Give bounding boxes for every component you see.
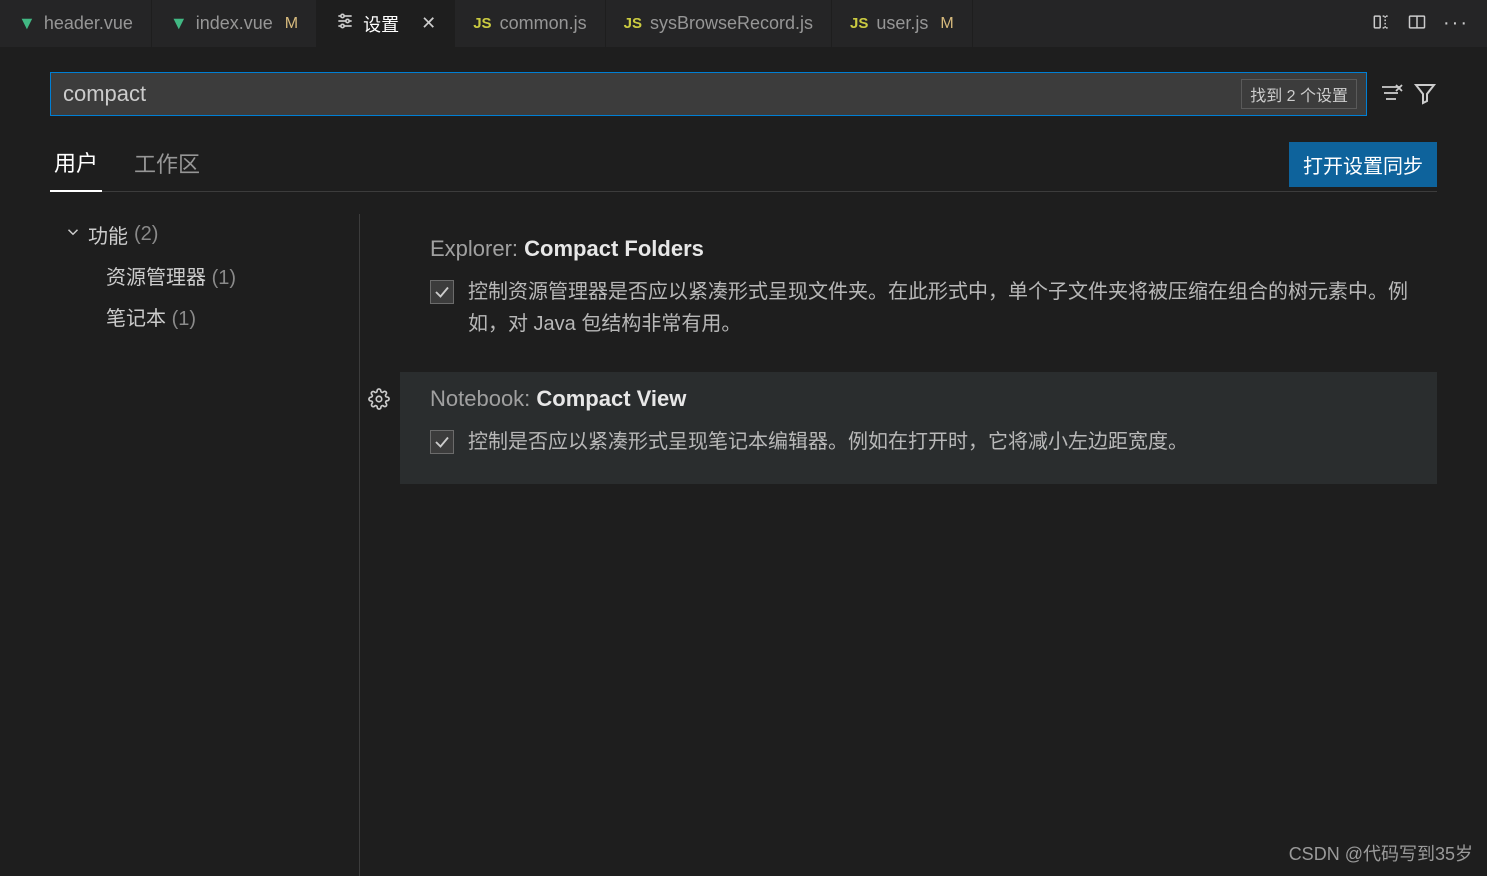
- toc-group-label: 功能: [88, 220, 128, 249]
- tab-label: index.vue: [196, 13, 273, 34]
- gear-icon[interactable]: [368, 388, 390, 413]
- close-icon[interactable]: ✕: [421, 13, 436, 34]
- tab-header-vue[interactable]: ▼ header.vue: [0, 0, 152, 47]
- toc-group-count: (2): [134, 223, 158, 246]
- settings-content: 功能 (2) 资源管理器 (1) 笔记本 (1) Explorer: Compa…: [50, 214, 1437, 876]
- tab-label: header.vue: [44, 13, 133, 34]
- vue-icon: ▼: [170, 13, 188, 34]
- settings-editor: 找到 2 个设置 用户 工作区 打开设置同步 功能 (2) 资源管理: [0, 48, 1487, 876]
- tab-common-js[interactable]: JS common.js: [455, 0, 605, 47]
- setting-title: Notebook: Compact View: [430, 386, 1417, 412]
- modified-indicator: M: [285, 15, 298, 33]
- setting-title: Explorer: Compact Folders: [430, 236, 1417, 262]
- settings-list: Explorer: Compact Folders 控制资源管理器是否应以紧凑形…: [360, 214, 1437, 876]
- settings-toc: 功能 (2) 资源管理器 (1) 笔记本 (1): [50, 214, 360, 876]
- compare-icon[interactable]: [1371, 12, 1391, 35]
- watermark: CSDN @代码写到35岁: [1289, 840, 1473, 866]
- tabbar-actions: ···: [1353, 0, 1487, 47]
- setting-notebook-compact-view: Notebook: Compact View 控制是否应以紧凑形式呈现笔记本编辑…: [400, 372, 1437, 484]
- editor-tabs: ▼ header.vue ▼ index.vue M 设置 ✕ JS commo…: [0, 0, 1487, 48]
- checkbox[interactable]: [430, 280, 454, 304]
- clear-search-icon[interactable]: [1379, 81, 1403, 108]
- toc-item-label: 资源管理器: [106, 267, 206, 289]
- toc-item-label: 笔记本: [106, 308, 166, 330]
- setting-description: 控制是否应以紧凑形式呈现笔记本编辑器。例如在打开时，它将减小左边距宽度。: [468, 426, 1188, 458]
- filter-icon[interactable]: [1413, 81, 1437, 108]
- scope-workspace-tab[interactable]: 工作区: [130, 139, 204, 191]
- search-row: 找到 2 个设置: [50, 72, 1437, 116]
- open-settings-sync-button[interactable]: 打开设置同步: [1289, 142, 1437, 187]
- tab-sysbrowserecord-js[interactable]: JS sysBrowseRecord.js: [606, 0, 832, 47]
- tab-index-vue[interactable]: ▼ index.vue M: [152, 0, 317, 47]
- toc-group-features[interactable]: 功能 (2): [50, 214, 349, 255]
- tab-label: sysBrowseRecord.js: [650, 13, 813, 34]
- tab-user-js[interactable]: JS user.js M: [832, 0, 973, 47]
- js-icon: JS: [850, 15, 868, 32]
- js-icon: JS: [473, 15, 491, 32]
- search-result-count: 找到 2 个设置: [1241, 79, 1357, 109]
- tab-label: 设置: [363, 11, 399, 37]
- setting-description: 控制资源管理器是否应以紧凑形式呈现文件夹。在此形式中，单个子文件夹将被压缩在组合…: [468, 276, 1417, 340]
- split-editor-icon[interactable]: [1407, 12, 1427, 35]
- tab-settings[interactable]: 设置 ✕: [317, 0, 455, 47]
- chevron-down-icon: [64, 223, 82, 247]
- settings-search-input[interactable]: [50, 72, 1367, 116]
- tab-label: common.js: [500, 13, 587, 34]
- tab-label: user.js: [876, 13, 928, 34]
- scope-user-tab[interactable]: 用户: [50, 138, 102, 192]
- js-icon: JS: [624, 15, 642, 32]
- checkbox[interactable]: [430, 430, 454, 454]
- toc-item-count: (1): [212, 267, 236, 289]
- setting-explorer-compact-folders: Explorer: Compact Folders 控制资源管理器是否应以紧凑形…: [400, 222, 1437, 366]
- scope-tabs: 用户 工作区 打开设置同步: [50, 138, 1437, 192]
- modified-indicator: M: [940, 15, 953, 33]
- toc-item-notebook[interactable]: 笔记本 (1): [50, 296, 349, 337]
- vue-icon: ▼: [18, 13, 36, 34]
- toc-item-explorer[interactable]: 资源管理器 (1): [50, 255, 349, 296]
- toc-item-count: (1): [172, 308, 196, 330]
- sliders-icon: [335, 11, 355, 36]
- more-icon[interactable]: ···: [1443, 12, 1469, 35]
